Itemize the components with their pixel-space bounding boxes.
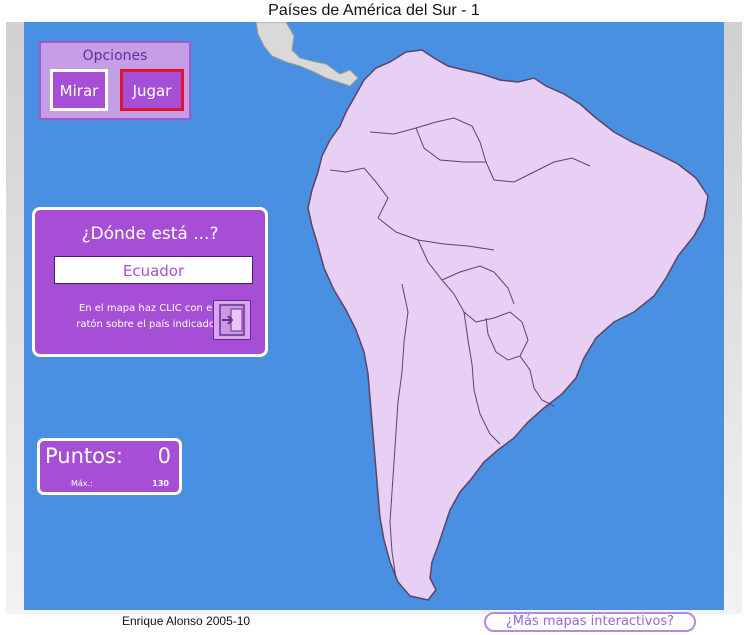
more-maps-link[interactable]: ¿Más mapas interactivos? [484, 612, 696, 632]
target-country: Ecuador [54, 256, 253, 284]
south-america-landmass[interactable] [307, 49, 709, 601]
score-label: Puntos: [45, 444, 124, 468]
max-score-value: 130 [152, 479, 169, 488]
question-panel: ¿Dónde está ...? Ecuador En el mapa haz … [32, 207, 268, 357]
central-america-landmass [255, 22, 359, 87]
score-panel: Puntos: 0 Máx.: 130 [37, 438, 182, 495]
app-title: Países de América del Sur - 1 [268, 2, 480, 19]
jugar-button[interactable]: Jugar [120, 69, 184, 111]
max-score-label: Máx.: [71, 479, 93, 488]
author-credit: Enrique Alonso 2005-10 [122, 614, 251, 628]
options-title: Opciones [82, 48, 148, 64]
instruction-line-1: En el mapa haz CLIC con el [78, 303, 215, 314]
exit-door-button[interactable] [213, 300, 251, 340]
options-panel: Opciones Mirar Jugar [39, 41, 191, 120]
question-title: ¿Dónde está ...? [81, 224, 219, 244]
instruction-line-2: ratón sobre el país indicado [76, 319, 215, 330]
mirar-button[interactable]: Mirar [50, 69, 108, 111]
score-value: 0 [157, 444, 171, 468]
door-exit-icon [219, 304, 245, 336]
instruction-text: En el mapa haz CLIC con el ratón sobre e… [45, 301, 215, 333]
